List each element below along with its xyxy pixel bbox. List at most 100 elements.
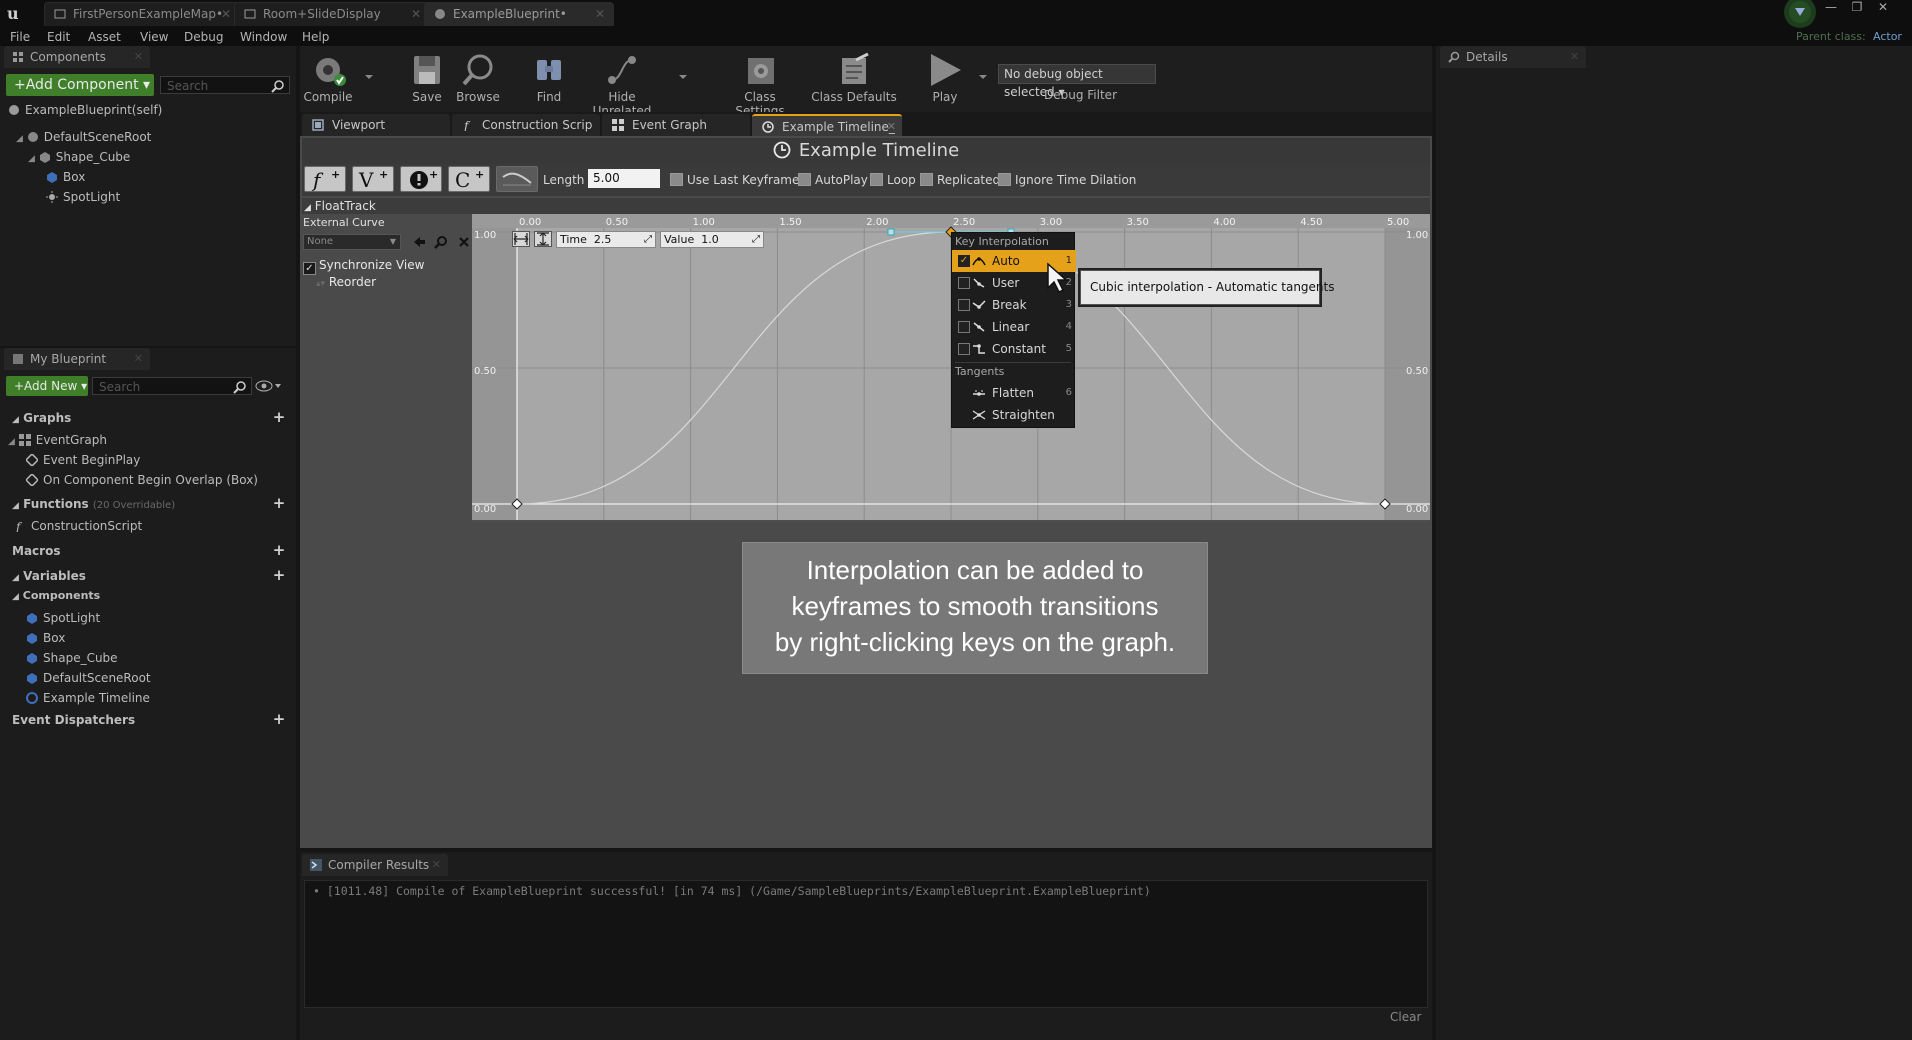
doc-tab-firstperson[interactable]: FirstPersonExampleMap• ✕ <box>44 2 240 26</box>
browse-curve-search-icon[interactable] <box>434 235 448 249</box>
checkbox-box[interactable] <box>920 173 933 186</box>
add-function-button[interactable]: + <box>272 496 286 511</box>
close-icon[interactable]: ✕ <box>221 3 231 25</box>
checkbox-checked[interactable]: ✓ <box>958 255 970 267</box>
play-options-chevron-icon[interactable] <box>978 72 988 82</box>
unreal-logo-icon[interactable]: u <box>4 2 26 24</box>
variable-item-box[interactable]: Box <box>26 628 65 648</box>
play-button[interactable]: Play <box>920 52 970 104</box>
menu-item-break[interactable]: Break 3 <box>952 294 1076 316</box>
synchronize-view-checkbox[interactable]: ✓ Synchronize View <box>303 258 424 275</box>
menu-debug[interactable]: Debug <box>184 28 223 46</box>
details-tab[interactable]: Details ✕ <box>1440 46 1586 68</box>
time-field[interactable]: Time 2.5 ⤢ <box>556 231 656 248</box>
ignore-time-dilation-checkbox[interactable]: Ignore Time Dilation <box>998 172 1136 188</box>
graphs-section-header[interactable]: ◢ Graphs + <box>4 408 292 428</box>
checkbox-checked[interactable]: ✓ <box>303 262 316 275</box>
my-blueprint-search-input[interactable]: Search <box>92 377 252 395</box>
menu-item-constant[interactable]: Constant 5 <box>952 338 1076 360</box>
menu-help[interactable]: Help <box>302 28 329 46</box>
minimize-button[interactable]: — <box>1820 0 1842 16</box>
graph-item-beginplay[interactable]: Event BeginPlay <box>26 450 140 470</box>
add-color-track-button[interactable]: C + <box>448 166 490 192</box>
menu-view[interactable]: View <box>140 28 168 46</box>
add-graph-button[interactable]: + <box>272 410 286 425</box>
collapse-arrow-icon[interactable]: ◢ <box>304 203 311 213</box>
use-last-keyframe-checkbox[interactable]: Use Last Keyframe? <box>670 172 806 188</box>
graph-item-eventgraph[interactable]: ◢ EventGraph <box>8 430 107 452</box>
tree-item-box[interactable]: Box <box>46 167 85 187</box>
close-icon[interactable]: ✕ <box>134 348 143 370</box>
variable-item-example-timeline[interactable]: Example Timeline <box>26 688 150 708</box>
track-name[interactable]: FloatTrack <box>315 199 376 213</box>
replicated-checkbox[interactable]: Replicated <box>920 172 1000 188</box>
restore-button[interactable]: ❐ <box>1846 0 1868 16</box>
variable-item-shape-cube[interactable]: Shape_Cube <box>26 648 118 668</box>
compiler-log-message[interactable]: • [1011.48] Compile of ExampleBlueprint … <box>313 884 1151 898</box>
fit-vertical-button[interactable] <box>534 231 552 247</box>
compile-options-chevron-icon[interactable] <box>364 72 374 82</box>
add-variable-button[interactable]: + <box>272 568 286 583</box>
variable-item-defaultsceneroot[interactable]: DefaultSceneRoot <box>26 668 151 688</box>
fit-horizontal-button[interactable] <box>512 231 530 247</box>
menu-asset[interactable]: Asset <box>88 28 121 46</box>
checkbox-unchecked[interactable] <box>958 277 970 289</box>
parent-class-value[interactable]: Actor <box>1873 28 1902 46</box>
variables-section-header[interactable]: ◢ Variables + <box>4 566 292 586</box>
close-icon[interactable]: ✕ <box>1570 46 1579 68</box>
checkbox-unchecked[interactable] <box>958 299 970 311</box>
tree-item-shape-cube[interactable]: ◢ Shape_Cube <box>28 147 130 169</box>
loop-checkbox[interactable]: Loop <box>870 172 916 188</box>
event-dispatchers-section-header[interactable]: Event Dispatchers + <box>4 710 292 730</box>
my-blueprint-tab[interactable]: My Blueprint ✕ <box>4 348 150 370</box>
variable-item-spotlight[interactable]: SpotLight <box>26 608 100 628</box>
close-window-button[interactable]: ✕ <box>1872 0 1894 16</box>
tree-item-defaultsceneroot[interactable]: ◢ DefaultSceneRoot <box>16 127 151 149</box>
function-item-constructionscript[interactable]: f ConstructionScript <box>14 516 142 536</box>
save-button[interactable]: Save <box>404 52 450 104</box>
menu-item-linear[interactable]: Linear 4 <box>952 316 1076 338</box>
add-new-button[interactable]: +Add New ▾ <box>6 376 88 396</box>
add-curve-asset-button[interactable] <box>496 166 538 192</box>
tree-item-self[interactable]: ExampleBlueprint(self) <box>8 100 162 120</box>
doc-tab-room[interactable]: Room+SlideDisplay ✕ <box>234 2 430 26</box>
components-search-input[interactable]: Search <box>160 76 290 94</box>
checkbox-unchecked[interactable] <box>958 343 970 355</box>
external-curve-select[interactable]: None ▼ <box>303 234 401 250</box>
menu-edit[interactable]: Edit <box>47 28 70 46</box>
debug-object-select[interactable]: No debug object selected ▾ <box>998 64 1156 99</box>
functions-section-header[interactable]: ◢ Functions (20 Overridable) + <box>4 494 292 514</box>
checkbox-box[interactable] <box>998 173 1011 186</box>
checkbox-box[interactable] <box>670 173 683 186</box>
menu-item-straighten[interactable]: Straighten <box>952 404 1076 426</box>
tree-item-spotlight[interactable]: SpotLight <box>46 187 120 207</box>
search-icon[interactable] <box>271 79 285 93</box>
close-icon[interactable]: ✕ <box>432 854 441 876</box>
expand-icon[interactable]: ⤢ <box>644 232 652 247</box>
close-icon[interactable]: ✕ <box>411 3 421 25</box>
browse-button[interactable]: Browse <box>452 52 504 104</box>
menu-window[interactable]: Window <box>240 28 287 46</box>
compiler-results-tab[interactable]: Compiler Results ✕ <box>302 854 448 876</box>
add-vector-track-button[interactable]: V + <box>352 166 394 192</box>
reorder-label[interactable]: ▴▾ Reorder <box>316 275 376 289</box>
value-field[interactable]: Value 1.0 ⤢ <box>660 231 764 248</box>
class-defaults-button[interactable]: Class Defaults <box>810 52 898 104</box>
autoplay-checkbox[interactable]: AutoPlay <box>798 172 868 188</box>
add-event-track-button[interactable]: + <box>400 166 442 192</box>
tab-event-graph[interactable]: Event Graph <box>602 114 750 136</box>
menu-item-flatten[interactable]: Flatten 6 <box>952 382 1076 404</box>
graph-item-overlap[interactable]: On Component Begin Overlap (Box) <box>26 470 258 490</box>
expand-icon[interactable]: ⤢ <box>752 232 760 247</box>
compile-button[interactable]: Compile <box>300 52 356 104</box>
add-float-track-button[interactable]: f + <box>304 166 346 192</box>
checkbox-unchecked[interactable] <box>958 321 970 333</box>
add-macro-button[interactable]: + <box>272 543 286 558</box>
value-value[interactable]: 1.0 <box>701 233 719 246</box>
class-settings-button[interactable]: Class Settings <box>718 52 802 118</box>
hide-unrelated-button[interactable]: Hide Unrelated <box>580 52 664 118</box>
time-value[interactable]: 2.5 <box>594 233 612 246</box>
close-icon[interactable]: ✕ <box>134 46 143 68</box>
clear-curve-x-icon[interactable] <box>458 236 470 248</box>
components-tab[interactable]: Components ✕ <box>4 46 150 68</box>
